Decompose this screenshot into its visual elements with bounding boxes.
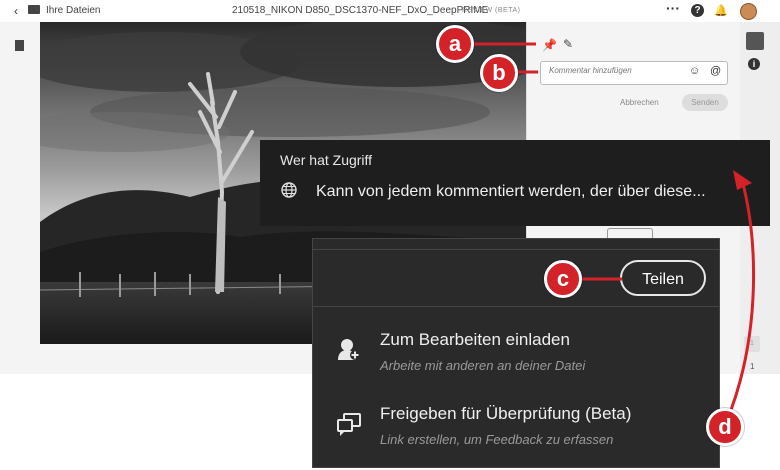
callout-d-arrow-line bbox=[729, 179, 756, 411]
callout-lines bbox=[474, 42, 756, 411]
callout-c: c bbox=[544, 260, 582, 298]
callout-b: b bbox=[480, 54, 518, 92]
callout-d-arrowhead bbox=[733, 170, 752, 190]
callout-a: a bbox=[436, 25, 474, 63]
callout-d: d bbox=[706, 408, 744, 446]
